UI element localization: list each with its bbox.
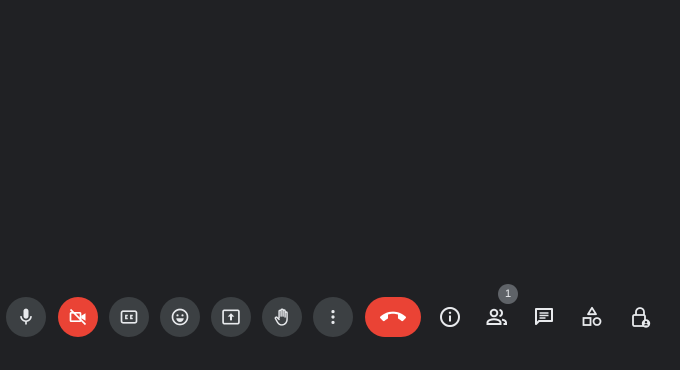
more-options-icon <box>331 310 335 324</box>
chat-icon <box>535 308 553 325</box>
host-controls-button[interactable] <box>620 297 660 337</box>
hang-up-icon <box>380 311 406 322</box>
microphone-button[interactable] <box>6 297 46 337</box>
raise-hand-button[interactable] <box>262 297 302 337</box>
call-controls-toolbar: 1 <box>0 284 680 338</box>
camera-off-icon <box>69 308 87 326</box>
emoji-reaction-icon <box>171 308 189 326</box>
info-icon <box>440 307 460 327</box>
more-options-button[interactable] <box>313 297 353 337</box>
participant-count-badge: 1 <box>498 284 518 304</box>
host-controls-icon <box>632 307 651 328</box>
chat-button[interactable] <box>524 297 564 337</box>
present-now-button[interactable] <box>211 297 251 337</box>
camera-toggle-button[interactable] <box>58 297 98 337</box>
leave-call-button[interactable] <box>365 297 421 337</box>
activities-button[interactable] <box>572 297 612 337</box>
present-screen-icon <box>222 309 240 325</box>
meeting-stage: 1 <box>0 0 680 370</box>
reactions-button[interactable] <box>160 297 200 337</box>
raise-hand-icon <box>274 308 288 326</box>
meeting-details-button[interactable] <box>430 297 470 337</box>
captions-button[interactable] <box>109 297 149 337</box>
people-icon <box>486 308 507 325</box>
closed-captions-icon <box>120 310 138 324</box>
microphone-icon <box>20 308 32 325</box>
activities-icon <box>582 306 602 326</box>
